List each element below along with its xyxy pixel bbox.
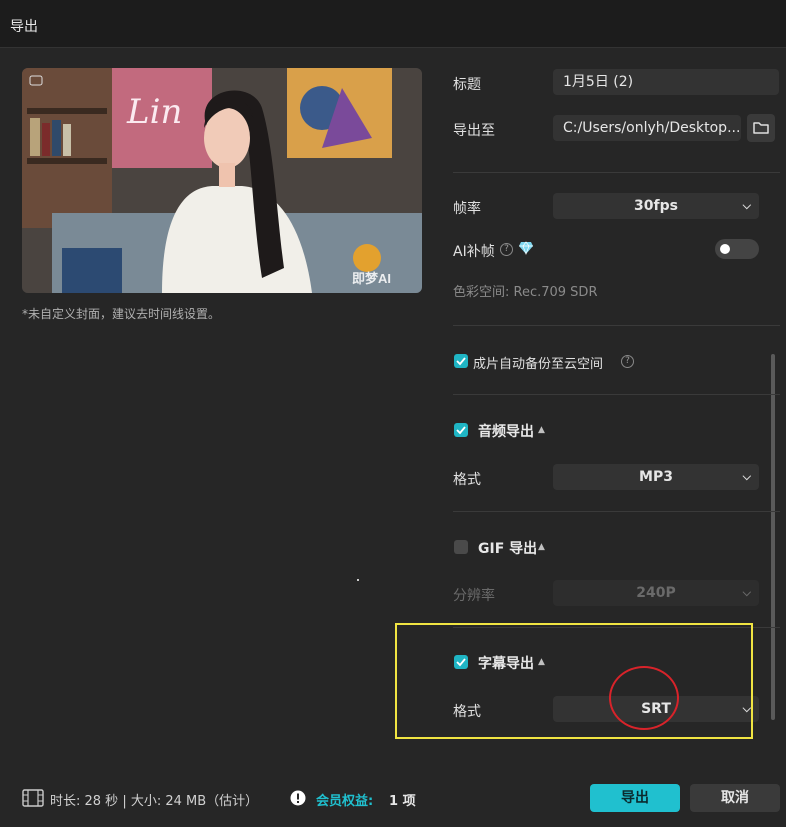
gif-resolution-label: 分辨率 [453,588,495,604]
gif-export-checkbox[interactable] [454,540,468,554]
ai-interp-toggle[interactable] [715,239,759,259]
caret-up-icon[interactable]: ▲ [538,425,545,435]
audio-format-label: 格式 [453,472,481,488]
svg-text:Lin: Lin [126,92,182,132]
export-button[interactable]: 导出 [590,784,680,812]
cancel-button[interactable]: 取消 [690,784,780,812]
color-space-text: 色彩空间: Rec.709 SDR [453,285,598,300]
export-path-input[interactable]: C:/Users/onlyh/Desktop... [553,115,741,141]
divider [453,325,780,326]
red-annotation-circle [609,666,679,730]
toggle-knob [720,244,730,254]
title-input[interactable]: 1月5日 (2) [553,69,779,95]
ai-interp-label: AI补帧 [453,244,495,260]
film-icon [22,789,44,807]
gif-export-title: GIF 导出 [478,541,538,557]
export-to-label: 导出至 [453,123,495,139]
help-icon[interactable]: ? [500,243,513,256]
browse-folder-button[interactable] [747,114,775,142]
cloud-backup-checkbox[interactable] [454,354,468,368]
chevron-down-icon: ⌵ [742,470,751,483]
gif-resolution-select: 240P ⌵ [553,580,759,606]
duration-size-text: 时长: 28 秒 | 大小: 24 MB（估计） [50,794,259,809]
window-title: 导出 [10,19,38,35]
stray-dot [357,579,359,581]
divider [453,511,780,512]
info-alert-icon[interactable] [290,790,306,806]
audio-export-title: 音频导出 [478,424,534,440]
cover-note: *未自定义封面，建议去时间线设置。 [22,307,221,321]
audio-format-value: MP3 [639,469,673,485]
help-icon[interactable]: ? [621,355,634,368]
framerate-select[interactable]: 30fps ⌵ [553,193,759,219]
framerate-value: 30fps [634,198,678,214]
svg-text:即梦AI: 即梦AI [352,271,391,286]
yellow-highlight-box [395,623,753,739]
preview-image: Lin 即梦AI [22,68,422,293]
audio-export-checkbox[interactable] [454,423,468,437]
checkmark-icon [456,426,466,435]
title-bar: 导出 [0,0,786,48]
chevron-down-icon: ⌵ [742,199,751,212]
footer: 时长: 28 秒 | 大小: 24 MB（估计） 会员权益: 1 项 导出 取消 [0,775,786,827]
cover-preview[interactable]: Lin 即梦AI [22,68,422,293]
divider [453,172,780,173]
cloud-backup-label: 成片自动备份至云空间 [473,357,604,372]
checkmark-icon [456,357,466,366]
audio-format-select[interactable]: MP3 ⌵ [553,464,759,490]
title-label: 标题 [453,77,481,93]
scrollbar[interactable] [771,354,775,720]
diamond-vip-icon [519,241,533,255]
folder-icon [753,122,769,134]
member-benefits-count: 1 项 [389,794,416,809]
chevron-down-icon: ⌵ [742,586,751,599]
caret-up-icon[interactable]: ▲ [538,542,545,552]
member-benefits-label[interactable]: 会员权益: [316,790,373,809]
divider [453,394,780,395]
gif-resolution-value: 240P [636,585,676,601]
framerate-label: 帧率 [453,201,481,217]
